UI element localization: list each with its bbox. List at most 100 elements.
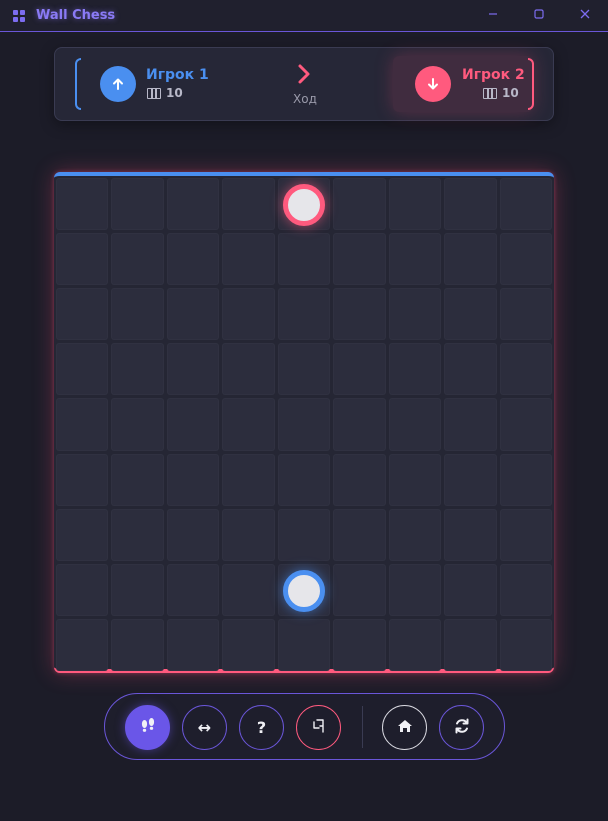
board-cell[interactable] — [111, 508, 164, 561]
board-cell[interactable] — [333, 178, 386, 231]
board-cell[interactable] — [388, 618, 442, 671]
board-cell[interactable] — [499, 288, 552, 341]
board-cell[interactable] — [388, 178, 442, 231]
board-cell[interactable] — [277, 233, 331, 286]
minimize-icon[interactable] — [483, 6, 503, 26]
board-cell[interactable] — [499, 233, 552, 286]
board-cell[interactable] — [56, 618, 109, 671]
board-cell[interactable] — [333, 233, 386, 286]
board-cell[interactable] — [333, 563, 386, 616]
board-cell[interactable] — [166, 453, 220, 506]
board-cell[interactable] — [222, 398, 275, 451]
maximize-icon[interactable] — [529, 6, 549, 26]
board-cell[interactable] — [499, 618, 552, 671]
board-cell[interactable] — [56, 178, 109, 231]
move-button[interactable] — [125, 705, 170, 750]
board-cell[interactable] — [166, 343, 220, 396]
board-cell[interactable] — [277, 343, 331, 396]
board-cell[interactable] — [56, 288, 109, 341]
board-cell[interactable] — [222, 178, 275, 231]
undo-icon — [311, 718, 327, 738]
board-cell[interactable] — [222, 618, 275, 671]
board-cell[interactable] — [277, 618, 331, 671]
board-cell[interactable] — [222, 233, 275, 286]
board-cell[interactable] — [499, 563, 552, 616]
place-wall-button[interactable]: ↔ — [182, 705, 227, 750]
board-cell[interactable] — [166, 508, 220, 561]
board-cell[interactable] — [333, 288, 386, 341]
board-cell[interactable] — [166, 288, 220, 341]
home-button[interactable] — [382, 705, 427, 750]
board-cell[interactable] — [56, 508, 109, 561]
board-cell[interactable] — [222, 453, 275, 506]
board-cell[interactable] — [111, 398, 164, 451]
board-cell[interactable] — [444, 398, 497, 451]
board-cell[interactable] — [444, 178, 497, 231]
help-button[interactable]: ? — [239, 705, 284, 750]
board-cell[interactable] — [166, 563, 220, 616]
board-cell[interactable] — [444, 508, 497, 561]
board-cell[interactable] — [277, 508, 331, 561]
board-cell[interactable] — [499, 343, 552, 396]
board-cell[interactable] — [388, 398, 442, 451]
board-cell[interactable] — [56, 343, 109, 396]
player1-walls: 10 — [147, 86, 183, 100]
chevron-right-icon — [295, 62, 315, 86]
board-cell[interactable] — [444, 618, 497, 671]
board-cell[interactable] — [111, 618, 164, 671]
board-cell[interactable] — [56, 563, 109, 616]
board-cell[interactable] — [166, 398, 220, 451]
board-cell[interactable] — [56, 233, 109, 286]
player2-pawn[interactable] — [283, 184, 325, 226]
undo-button[interactable] — [296, 705, 341, 750]
board-cell[interactable] — [56, 398, 109, 451]
board-cell[interactable] — [388, 288, 442, 341]
board-cell[interactable] — [111, 288, 164, 341]
board-cell[interactable] — [444, 563, 497, 616]
board-cell[interactable] — [56, 453, 109, 506]
board-cell[interactable] — [444, 288, 497, 341]
board-cell[interactable] — [222, 508, 275, 561]
toolbar-separator — [362, 706, 363, 748]
board-cell[interactable] — [222, 343, 275, 396]
board-cell[interactable] — [111, 563, 164, 616]
wall-icon — [483, 87, 497, 99]
player1-name: Игрок 1 — [146, 67, 209, 83]
board-cell[interactable] — [444, 343, 497, 396]
board-cell[interactable] — [388, 508, 442, 561]
board-cell[interactable] — [388, 233, 442, 286]
board-cell[interactable] — [333, 343, 386, 396]
board-cell[interactable] — [111, 343, 164, 396]
player1-walls-count: 10 — [166, 86, 183, 100]
player2-active-highlight — [393, 56, 533, 112]
board-cell[interactable] — [499, 508, 552, 561]
board-cell[interactable] — [444, 453, 497, 506]
player1-pawn[interactable] — [283, 570, 325, 612]
board-cell[interactable] — [499, 178, 552, 231]
board-cell[interactable] — [388, 563, 442, 616]
close-icon[interactable] — [575, 6, 595, 26]
board-cell[interactable] — [333, 618, 386, 671]
board-cell[interactable] — [277, 398, 331, 451]
board-cell[interactable] — [111, 178, 164, 231]
board-cell[interactable] — [222, 563, 275, 616]
board-cell[interactable] — [388, 343, 442, 396]
board-cell[interactable] — [111, 233, 164, 286]
board-cell[interactable] — [388, 453, 442, 506]
board-cell[interactable] — [277, 453, 331, 506]
board-cell[interactable] — [277, 288, 331, 341]
board-cell[interactable] — [111, 453, 164, 506]
board-cell[interactable] — [333, 508, 386, 561]
board-cell[interactable] — [166, 233, 220, 286]
board-cell[interactable] — [499, 453, 552, 506]
restart-button[interactable] — [439, 705, 484, 750]
board-cell[interactable] — [333, 398, 386, 451]
board-cell[interactable] — [222, 288, 275, 341]
action-toolbar: ↔ ? — [104, 693, 505, 760]
board-cell[interactable] — [333, 453, 386, 506]
board-cell[interactable] — [166, 618, 220, 671]
board-cell[interactable] — [166, 178, 220, 231]
board-cell[interactable] — [444, 233, 497, 286]
board-cell[interactable] — [499, 398, 552, 451]
title-bar: Wall Chess — [0, 0, 608, 32]
